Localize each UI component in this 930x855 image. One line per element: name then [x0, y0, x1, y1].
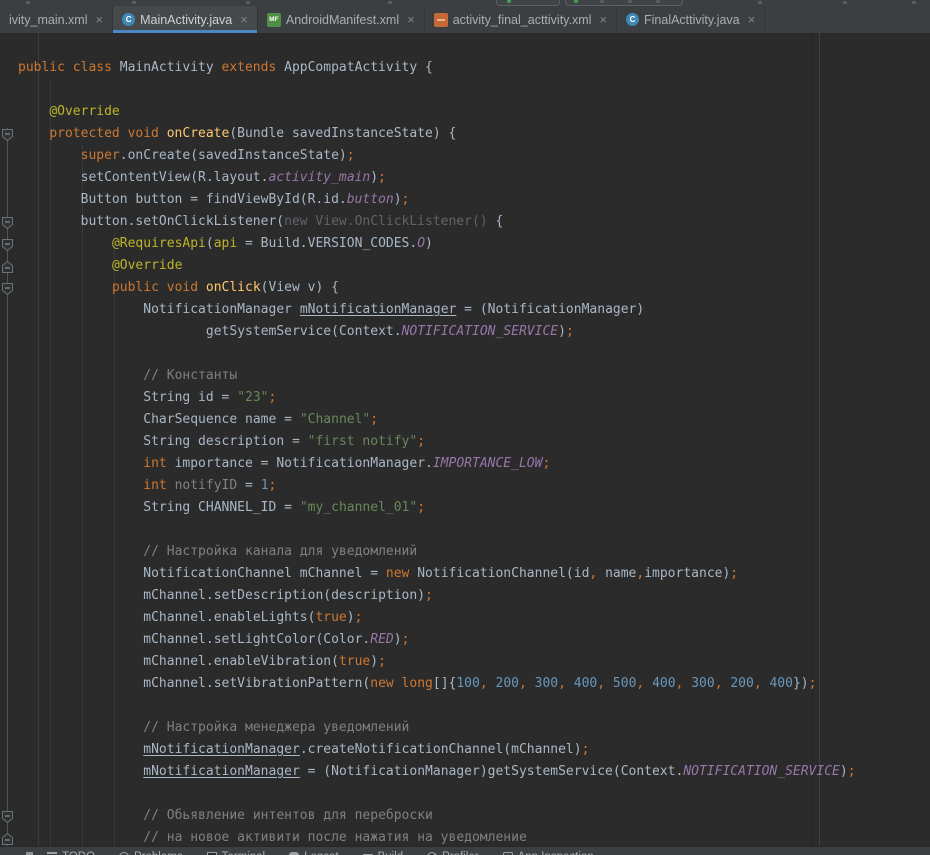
code-line: // Настройка менеджера уведомлений [0, 717, 930, 739]
editor-tab-bar: ivity_main.xml × C MainActivity.java × M… [0, 0, 930, 34]
tab-activity-main-xml[interactable]: ivity_main.xml × [0, 6, 113, 33]
code-line: CharSequence name = "Channel"; [0, 409, 930, 431]
toolbar-item-profiler[interactable]: Profiler [427, 851, 478, 855]
tab-label: MainActivity.java [140, 13, 232, 27]
tab-finalacttivity-java[interactable]: C FinalActtivity.java × [617, 6, 765, 33]
code-line: @RequiresApi(api = Build.VERSION_CODES.O… [0, 233, 930, 255]
tool-window-bar: TODO Problems Terminal Logcat Build Prof… [0, 846, 930, 855]
code-line: String id = "23"; [0, 387, 930, 409]
run-icon [574, 0, 578, 3]
code-line: mChannel.enableVibration(true); [0, 651, 930, 673]
tab-androidmanifest-xml[interactable]: MF AndroidManifest.xml × [258, 6, 425, 33]
code-line: Button button = findViewById(R.id.button… [0, 189, 930, 211]
tab-activity-final-acttivity-xml[interactable]: activity_final_acttivity.xml × [425, 6, 617, 33]
close-icon[interactable]: × [407, 13, 415, 26]
code-line [0, 79, 930, 101]
run-icon [507, 0, 511, 3]
toolbar-item-terminal[interactable]: Terminal [207, 851, 265, 855]
code-line: // Настройка канала для уведомлений [0, 541, 930, 563]
code-line: public class MainActivity extends AppCom… [0, 57, 930, 79]
fold-end-icon[interactable] [2, 260, 13, 272]
code-line: // Константы [0, 365, 930, 387]
fold-collapse-icon[interactable] [2, 238, 13, 250]
ide-window: ivity_main.xml × C MainActivity.java × M… [0, 0, 930, 855]
fold-collapse-icon[interactable] [2, 282, 13, 294]
code-line: getSystemService(Context.NOTIFICATION_SE… [0, 321, 930, 343]
fold-collapse-icon[interactable] [2, 810, 13, 822]
code-line: int importance = NotificationManager.IMP… [0, 453, 930, 475]
code-line [0, 695, 930, 717]
code-line [0, 519, 930, 541]
tab-mainactivity-java[interactable]: C MainActivity.java × [113, 6, 258, 33]
fold-collapse-icon[interactable] [2, 128, 13, 140]
code-line: mChannel.setLightColor(Color.RED); [0, 629, 930, 651]
tab-label: AndroidManifest.xml [286, 13, 399, 27]
close-icon[interactable]: × [748, 13, 756, 26]
code-line: mChannel.setVibrationPattern(new long[]{… [0, 673, 930, 695]
java-class-icon: C [122, 13, 135, 26]
code-line: int notifyID = 1; [0, 475, 930, 497]
code-line: String description = "first notify"; [0, 431, 930, 453]
fold-collapse-icon[interactable] [2, 216, 13, 228]
toolbar-item-build[interactable]: Build [363, 851, 404, 855]
code-line: mChannel.setDescription(description); [0, 585, 930, 607]
code-line: // на новое активити после нажатия на ув… [0, 827, 930, 846]
code-line: @Override [0, 255, 930, 277]
code-line: super.onCreate(savedInstanceState); [0, 145, 930, 167]
toolbar-item-app-inspection[interactable]: App Inspection [503, 851, 594, 855]
code-line: @Override [0, 101, 930, 123]
tab-label: FinalActtivity.java [644, 13, 740, 27]
tab-label: activity_final_acttivity.xml [453, 13, 592, 27]
code-line [0, 783, 930, 805]
code-line: protected void onCreate(Bundle savedInst… [0, 123, 930, 145]
code-line: setContentView(R.layout.activity_main); [0, 167, 930, 189]
tab-label: ivity_main.xml [9, 13, 88, 27]
layout-xml-file-icon [434, 13, 448, 27]
code-line: NotificationChannel mChannel = new Notif… [0, 563, 930, 585]
manifest-file-icon: MF [267, 13, 281, 27]
close-icon[interactable]: × [599, 13, 607, 26]
tab-strip: ivity_main.xml × C MainActivity.java × M… [0, 6, 765, 33]
java-class-icon: C [626, 13, 639, 26]
code-line: button.setOnClickListener(new View.OnCli… [0, 211, 930, 233]
code-editor[interactable]: public class MainActivity extends AppCom… [0, 33, 930, 846]
code-line: NotificationManager mNotificationManager… [0, 299, 930, 321]
code-line: mNotificationManager.createNotificationC… [0, 739, 930, 761]
code-line: mChannel.enableLights(true); [0, 607, 930, 629]
fold-end-icon[interactable] [2, 832, 13, 844]
code-line: String CHANNEL_ID = "my_channel_01"; [0, 497, 930, 519]
code-line: mNotificationManager = (NotificationMana… [0, 761, 930, 783]
close-icon[interactable]: × [240, 13, 248, 26]
toolbar-item-problems[interactable]: Problems [119, 851, 183, 855]
close-icon[interactable]: × [96, 13, 104, 26]
code-line: public void onClick(View v) { [0, 277, 930, 299]
code-line: // Обьявление интентов для переброски [0, 805, 930, 827]
toolbar-item-todo[interactable]: TODO [47, 851, 95, 855]
code-line [0, 343, 930, 365]
toolbar-item-logcat[interactable]: Logcat [289, 851, 339, 855]
